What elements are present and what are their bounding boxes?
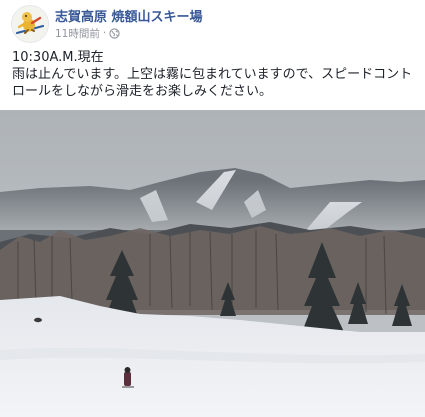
post-text-line: 雨は止んでいます。上空は霧に包まれていますので、スピードコント	[12, 67, 413, 82]
mascot-logo-icon	[12, 6, 48, 42]
post-text: 10:30A.M.現在 雨は止んでいます。上空は霧に包まれていますので、スピード…	[12, 49, 417, 100]
page-name-link[interactable]: 志賀高原 焼額山スキー場	[55, 6, 203, 25]
post-text-line: 10:30A.M.現在	[12, 50, 104, 65]
facebook-post: 志賀高原 焼額山スキー場 11時間前 · 10:30A.M.現在 雨は止んでいま…	[0, 0, 425, 417]
post-text-line: ロールをしながら滑走をお楽しみください。	[12, 84, 273, 99]
post-timestamp[interactable]: 11時間前	[55, 26, 100, 41]
post-photo[interactable]	[0, 110, 425, 417]
post-header: 志賀高原 焼額山スキー場 11時間前 ·	[0, 0, 425, 44]
meta-separator: ·	[102, 27, 107, 39]
page-avatar[interactable]	[11, 5, 49, 43]
foggy-ski-slope-image	[0, 110, 425, 417]
post-meta: 11時間前 ·	[55, 26, 120, 40]
globe-icon[interactable]	[109, 27, 120, 39]
